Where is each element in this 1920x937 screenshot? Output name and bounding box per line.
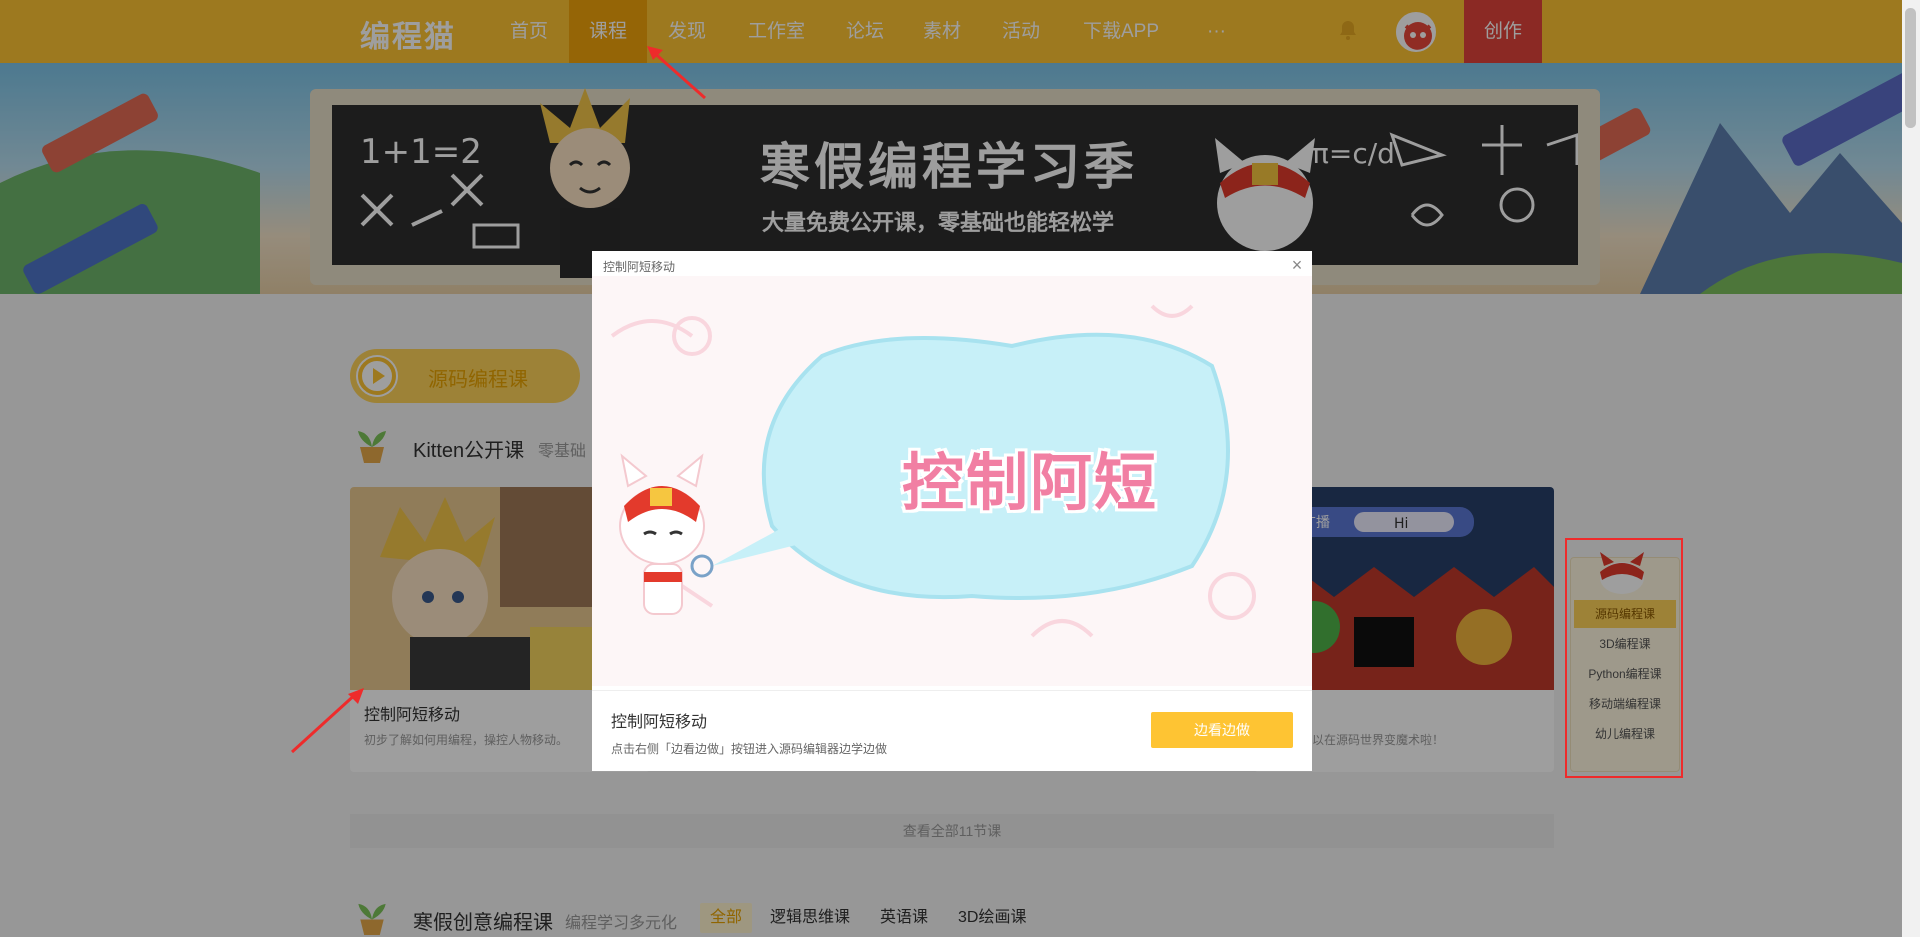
page-scrollbar[interactable]: [1902, 0, 1920, 937]
lesson-instruction: 点击右侧「边看边做」按钮进入源码编辑器边学边做: [611, 742, 888, 756]
video-caption-text: 控制阿短: [902, 446, 1159, 519]
annotation-highlight-box: [1565, 538, 1683, 778]
scrollbar-thumb[interactable]: [1905, 8, 1916, 128]
close-icon[interactable]: ×: [1287, 255, 1307, 275]
modal-header-title: 控制阿短移动: [603, 260, 676, 274]
lesson-title: 控制阿短移动: [611, 714, 708, 731]
annotation-arrow-icon: [290, 688, 364, 754]
annotation-arrow-icon: [647, 46, 706, 100]
watch-and-do-button[interactable]: 边看边做: [1151, 712, 1293, 748]
